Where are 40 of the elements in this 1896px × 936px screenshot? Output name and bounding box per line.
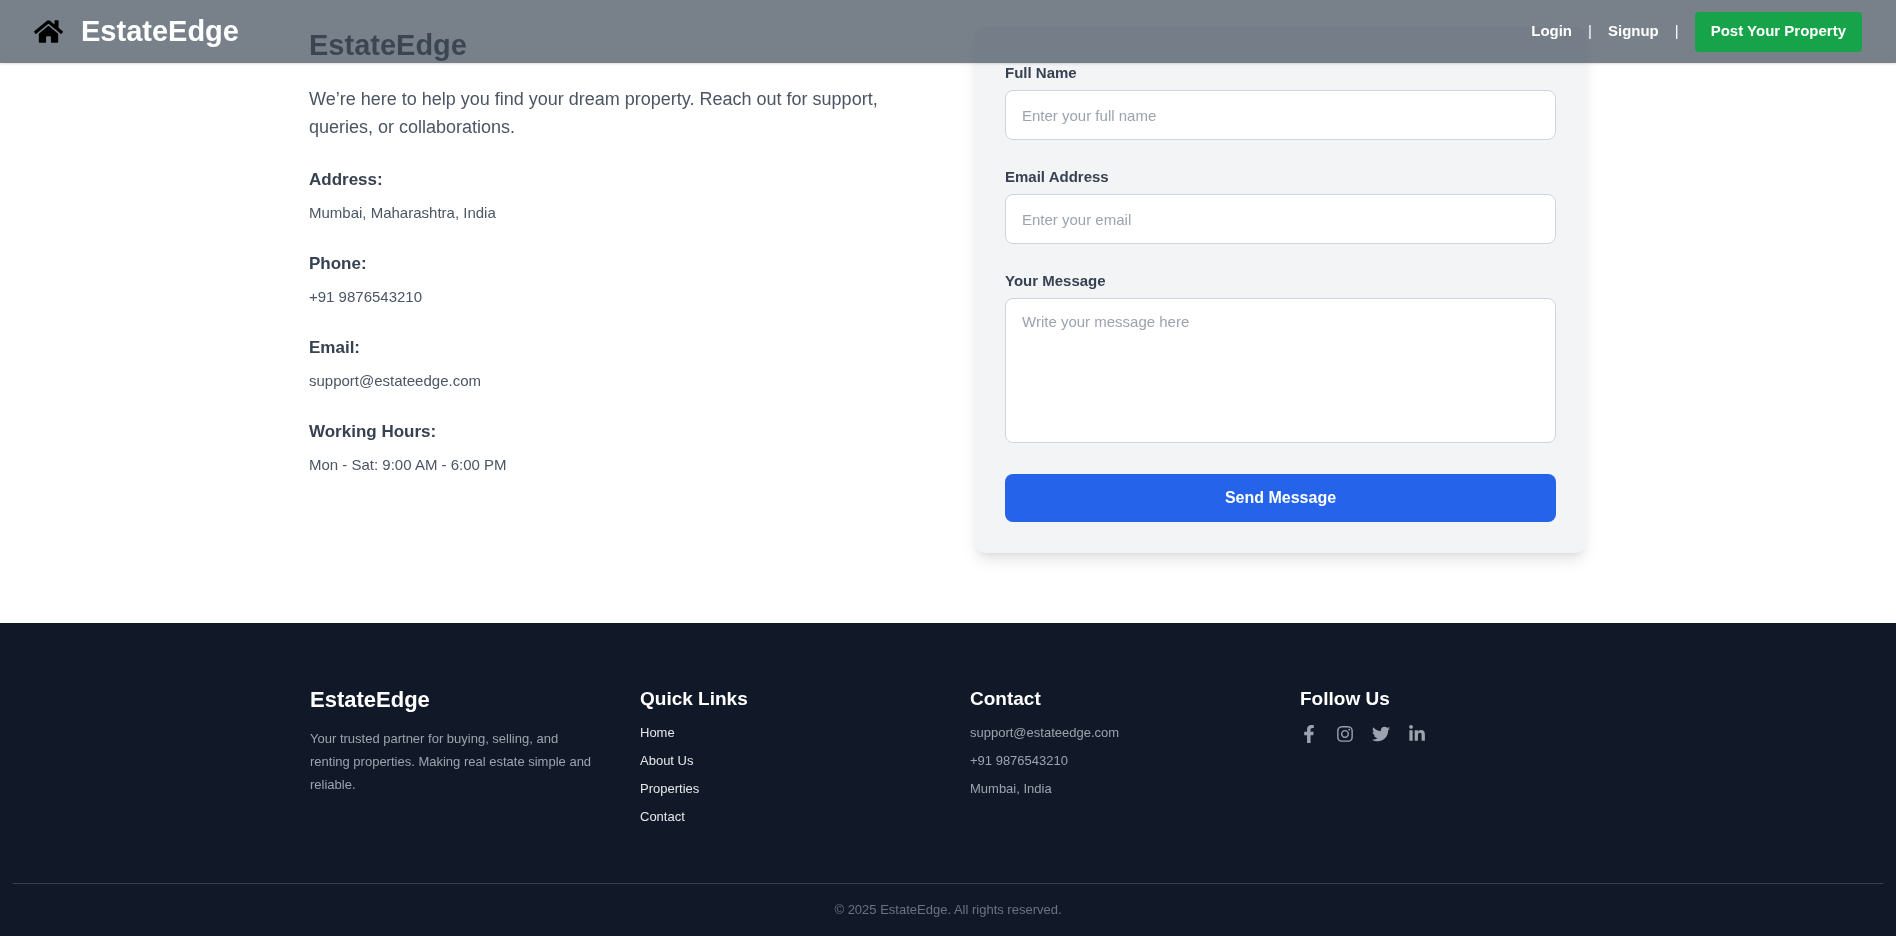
info-value: Mon - Sat: 9:00 AM - 6:00 PM [309,455,508,475]
info-value: +91 9876543210 [309,287,424,307]
info-label: Address: [309,169,384,191]
message-field[interactable]: Write your message here [1005,298,1556,443]
copyright-text: © 2025 EstateEdge. All rights reserved. [834,901,1062,920]
twitter-icon[interactable] [1372,725,1390,743]
info-label: Working Hours: [309,421,438,443]
nav-link[interactable]: Signup [1607,20,1659,43]
footer-heading: Contact [970,687,1042,711]
field-label: Email Address [1005,167,1110,187]
instagram-icon[interactable] [1336,725,1354,743]
footer-contact-text: +91 9876543210 [970,752,1069,770]
footer-brand: EstateEdge [310,686,431,714]
footer-heading: Quick Links [640,687,749,711]
intro-text: We’re here to help you find your dream property. Reach out for support, queries, or collaborations. [309,88,879,139]
field-label: Your Message [1005,271,1107,291]
footer-link[interactable]: About Us [640,751,970,771]
footer-link[interactable]: Contact [640,807,970,827]
field-label: Full Name [1005,63,1078,83]
footer-link[interactable]: Properties [640,779,970,799]
nav-separator: | [1588,21,1592,42]
brand-logo[interactable]: EstateEdge [81,9,239,54]
footer-contact-text: Mumbai, India [970,780,1053,798]
input-field[interactable]: Enter your email [1005,194,1556,244]
nav-link[interactable]: Login [1531,20,1573,43]
info-value: support@estateedge.com [309,371,482,391]
post-property-button[interactable]: Post Your Property [1694,11,1862,52]
contact-heading: EstateEdge [309,28,468,63]
footer-link[interactable]: Home [640,723,970,743]
linkedin-icon[interactable] [1408,725,1426,743]
footer-heading: Follow Us [1300,687,1391,711]
home-icon[interactable] [34,17,63,46]
footer-contact-text: support@estateedge.com [970,724,1121,742]
nav-separator: | [1674,21,1679,42]
input-field[interactable]: Enter your full name [1005,90,1556,140]
info-label: Email: [309,337,362,359]
info-value: Mumbai, Maharashtra, India [309,203,497,223]
send-message-button[interactable]: Send Message [1005,474,1556,522]
footer-description: Your trusted partner for buying, selling, and renting properties. Making real estate simple and reliable. [310,730,593,794]
info-label: Phone: [309,253,368,275]
